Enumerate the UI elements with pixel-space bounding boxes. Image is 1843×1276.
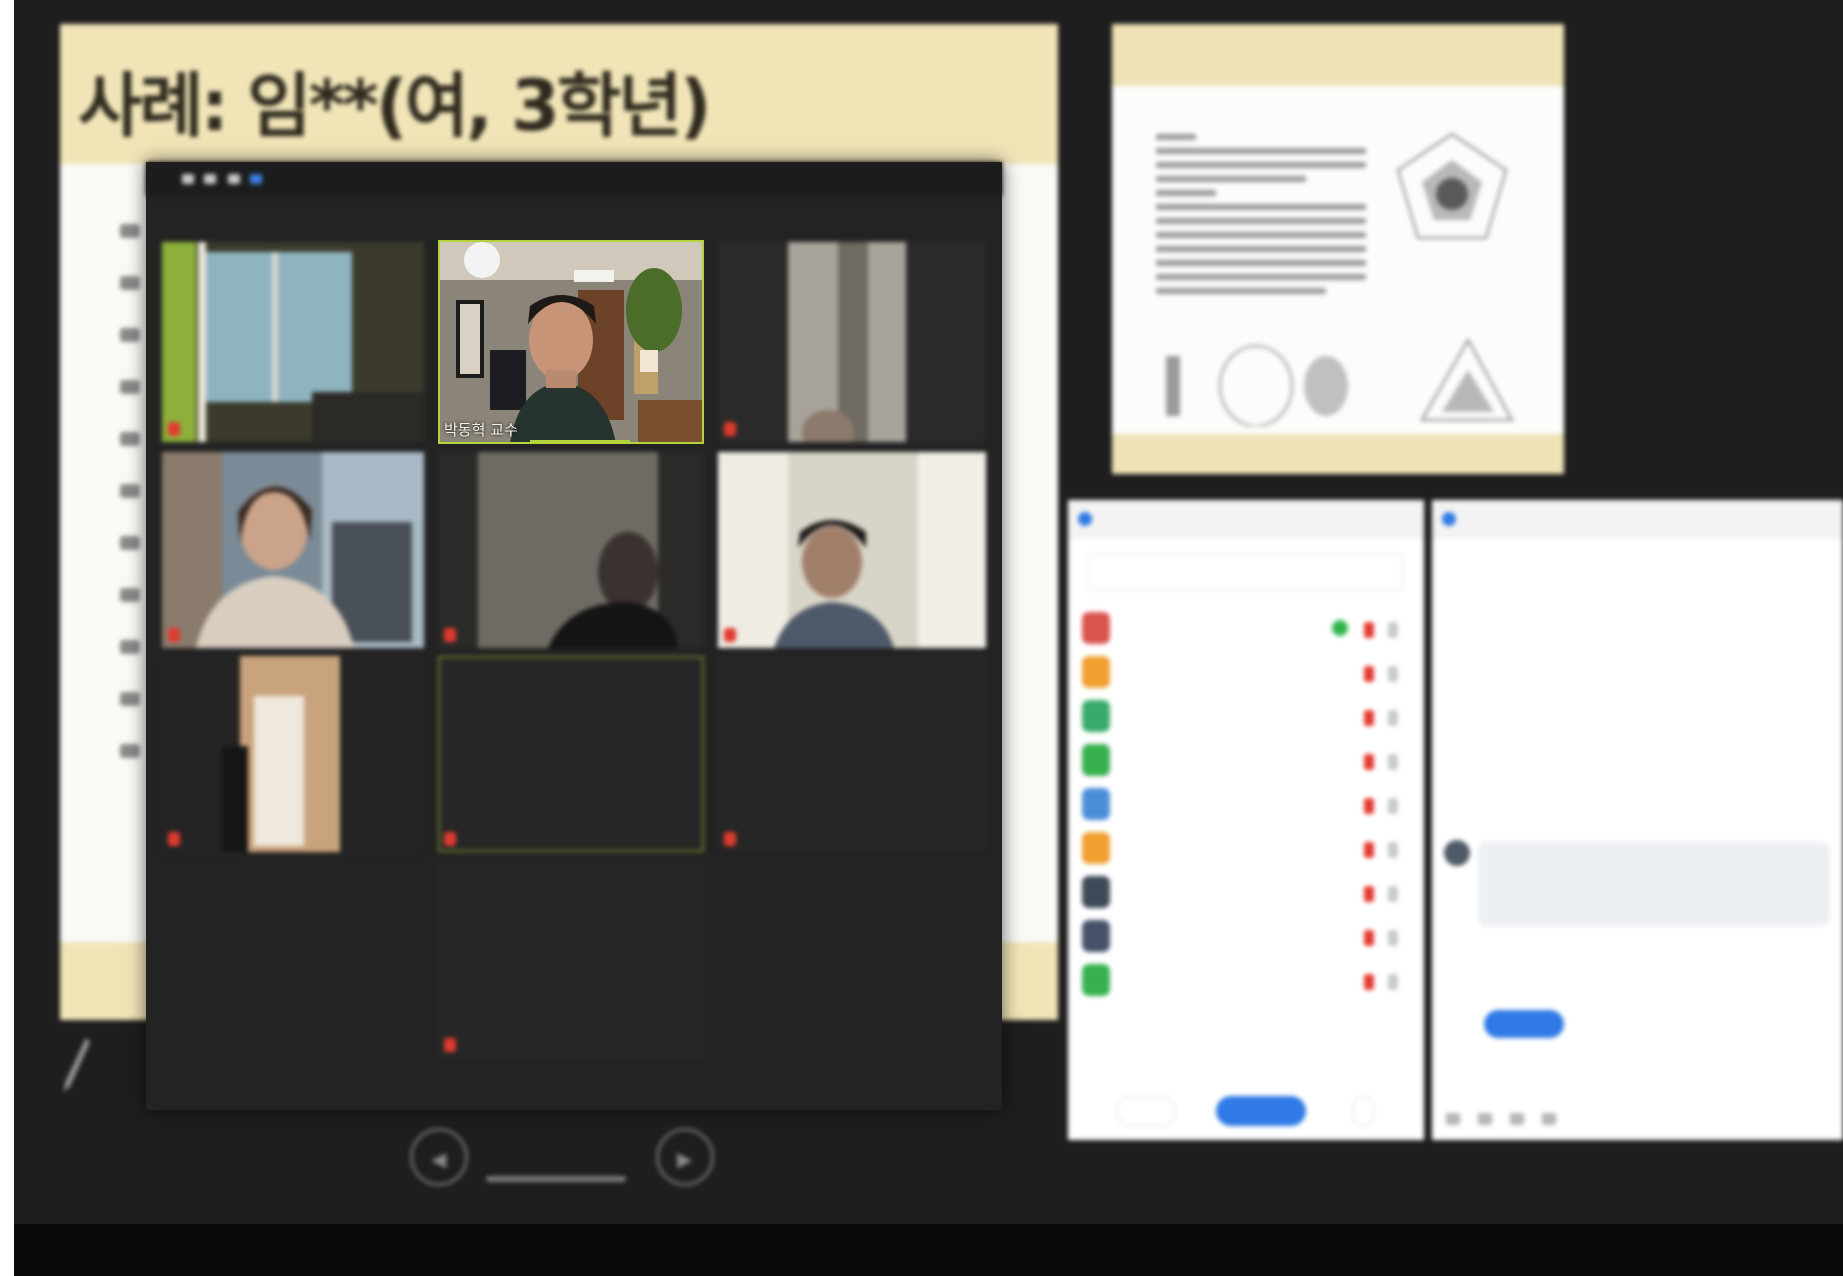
mic-muted-icon	[168, 628, 180, 642]
video-feed	[718, 242, 986, 442]
format-icon[interactable]	[1446, 1113, 1460, 1125]
video-tile-active-speaker[interactable]: 박동혁 교수	[438, 240, 704, 444]
camera-icon[interactable]	[1388, 754, 1398, 770]
video-tile[interactable]	[162, 452, 424, 648]
host-badge-icon	[1332, 620, 1348, 636]
video-feed	[718, 452, 986, 648]
mic-muted-icon	[724, 628, 736, 642]
screenshot: 사례: 임**(여, 3학년) ◀ ▶ 박동혁 교수	[0, 0, 1843, 1276]
speaking-indicator	[530, 440, 630, 444]
participant-row[interactable]	[1082, 956, 1412, 1008]
next-slide-button[interactable]: ▶	[656, 1128, 714, 1186]
video-tile[interactable]	[718, 452, 986, 648]
mic-muted-icon	[444, 1038, 456, 1052]
camera-icon[interactable]	[1388, 974, 1398, 990]
video-tile[interactable]	[438, 452, 704, 648]
preview-header	[1112, 24, 1564, 86]
avatar	[1082, 788, 1110, 820]
camera-icon[interactable]	[1388, 842, 1398, 858]
participants-panel[interactable]	[1068, 500, 1424, 1140]
video-feed	[162, 656, 424, 852]
chevron-left-icon: ◀	[431, 1147, 447, 1171]
mic-muted-icon	[168, 422, 180, 436]
video-tile[interactable]	[718, 242, 986, 442]
chat-titlebar[interactable]	[1432, 500, 1843, 538]
mic-muted-icon[interactable]	[1364, 666, 1374, 682]
mic-muted-icon[interactable]	[1364, 798, 1374, 814]
more-button[interactable]	[1352, 1096, 1374, 1126]
preview-figure	[1166, 345, 1348, 426]
gallery-view-window[interactable]: 박동혁 교수	[146, 162, 1002, 1110]
mic-muted-icon[interactable]	[1364, 930, 1374, 946]
more-icon[interactable]	[1542, 1113, 1556, 1125]
avatar	[1082, 700, 1110, 732]
mic-muted-icon[interactable]	[1364, 886, 1374, 902]
video-feed	[438, 240, 704, 444]
video-tile-camera-off[interactable]	[718, 656, 986, 852]
mute-all-button[interactable]	[1216, 1096, 1306, 1126]
tile-name: 박동혁 교수	[444, 421, 518, 439]
file-icon[interactable]	[1478, 1113, 1492, 1125]
recipient-dropdown[interactable]	[1484, 1010, 1564, 1038]
avatar	[1082, 744, 1110, 776]
video-tile-camera-off[interactable]	[438, 862, 704, 1058]
gallery-titlebar[interactable]	[146, 162, 1002, 196]
mic-muted-icon	[724, 832, 736, 846]
camera-icon[interactable]	[1388, 622, 1398, 638]
mic-muted-icon[interactable]	[1364, 842, 1374, 858]
pen-icon[interactable]	[62, 1036, 92, 1094]
slide-progress	[486, 1176, 626, 1182]
mic-muted-icon[interactable]	[1364, 710, 1374, 726]
camera-icon[interactable]	[1388, 798, 1398, 814]
participant-search-input[interactable]	[1088, 554, 1404, 590]
camera-icon[interactable]	[1388, 886, 1398, 902]
preview-diagram	[1396, 132, 1514, 421]
avatar	[1082, 920, 1110, 952]
video-tile-camera-off[interactable]	[438, 656, 704, 852]
avatar	[1082, 656, 1110, 688]
participants-titlebar[interactable]	[1068, 500, 1424, 538]
avatar	[1082, 964, 1110, 996]
chat-panel[interactable]	[1432, 500, 1843, 1140]
avatar	[1082, 832, 1110, 864]
video-feed	[162, 452, 424, 648]
next-slide-preview	[1112, 24, 1564, 474]
chat-message[interactable]	[1478, 842, 1830, 926]
camera-icon[interactable]	[1388, 930, 1398, 946]
view-icon[interactable]	[204, 174, 216, 184]
slide-title: 사례: 임**(여, 3학년)	[78, 65, 712, 147]
avatar	[1082, 612, 1110, 644]
mic-muted-icon[interactable]	[1364, 754, 1374, 770]
zoom-logo-icon	[1442, 512, 1456, 526]
preview-text	[1156, 134, 1366, 302]
previous-slide-button[interactable]: ◀	[410, 1128, 468, 1186]
mic-muted-icon[interactable]	[1364, 622, 1374, 638]
video-feed	[162, 242, 424, 442]
mic-muted-icon	[724, 422, 736, 436]
slide-header: 사례: 임**(여, 3학년)	[60, 24, 1058, 164]
invite-button[interactable]	[1116, 1096, 1176, 1126]
minimize-icon[interactable]	[182, 174, 194, 184]
mic-muted-icon	[168, 832, 180, 846]
mic-muted-icon	[444, 832, 456, 846]
taskbar	[14, 1224, 1843, 1276]
video-feed	[438, 452, 704, 648]
video-tile[interactable]	[162, 242, 424, 442]
chevron-right-icon: ▶	[677, 1147, 693, 1171]
zoom-logo-icon	[1078, 512, 1092, 526]
mic-muted-icon[interactable]	[1364, 974, 1374, 990]
grid-icon[interactable]	[228, 174, 240, 184]
chat-toolbar	[1446, 1110, 1646, 1125]
mic-muted-icon	[444, 628, 456, 642]
camera-icon[interactable]	[1388, 666, 1398, 682]
avatar	[1082, 876, 1110, 908]
video-tile[interactable]	[162, 656, 424, 852]
zoom-icon[interactable]	[250, 174, 262, 184]
preview-footer	[1112, 434, 1564, 474]
camera-icon[interactable]	[1388, 710, 1398, 726]
avatar	[1444, 840, 1470, 866]
screenshot-icon[interactable]	[1510, 1113, 1524, 1125]
